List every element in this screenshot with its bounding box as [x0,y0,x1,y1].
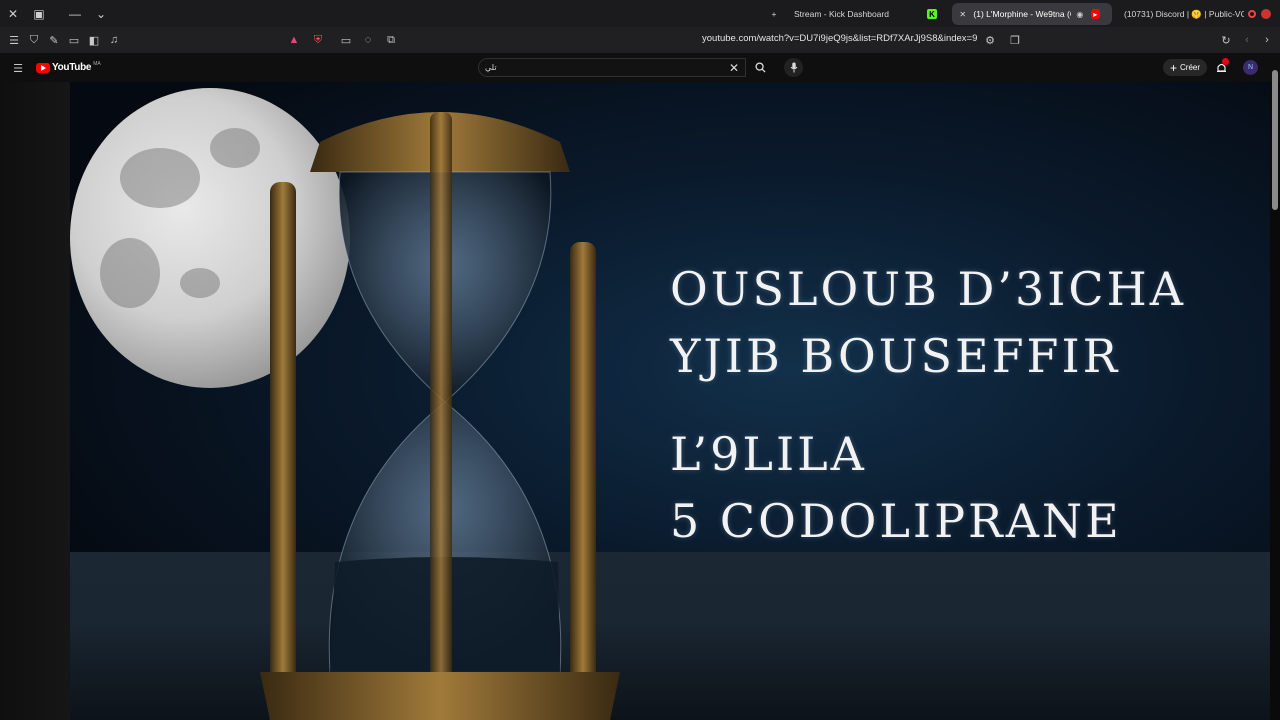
address-bar[interactable]: youtube.com/watch?v=DU7i9jeQ9js&list=RDf… [702,33,977,44]
screenshot-icon[interactable]: ⧉ [381,30,401,50]
youtube-logo[interactable]: YouTube MA [36,61,101,73]
search-button[interactable] [748,58,772,77]
lyric-line-4: 5 CODOLIPRANE [670,494,1122,548]
audio-icon[interactable]: ◉ [1075,9,1084,19]
browser-toolbar: ☰ ⛉ ✎ ▭ ◧ ♫ ▲ ⛨ ▭ ◌ ⧉ ⚙ ❐ ↻ ‹ › [0,27,1280,53]
music-icon[interactable]: ♫ [104,30,124,50]
hamburger-menu-icon[interactable]: ☰ [8,58,28,78]
youtube-favicon-icon: ▸ [1090,9,1101,19]
video-player[interactable]: OUSLOUB D’3ICHA YJIB BOUSEFFIR L’9LILA 5… [0,82,1280,720]
tab-youtube-active[interactable]: ✕ (1) L'Morphine - We9tna (Offi ◉ ▸ [952,3,1112,25]
search-icon [754,62,766,73]
lyric-line-3: L’9LILA [670,427,867,481]
kick-pinned-tab[interactable]: K [926,3,944,25]
minimize-icon[interactable]: — [62,0,88,27]
kick-icon: K [927,9,937,19]
tab-label: (1) L'Morphine - We9tna (Offi [973,9,1071,19]
plus-icon: + [1170,60,1178,75]
new-tab-button[interactable]: + [766,3,782,25]
tab-label: (10731) Discord | 🤫 | Public-VC [1124,8,1244,19]
restore-window-icon[interactable]: ▣ [26,0,52,27]
clear-search-icon[interactable]: ✕ [729,61,739,75]
menu-icon[interactable]: ☰ [4,30,24,50]
lyric-line-2: YJIB BOUSEFFIR [670,329,1121,383]
avatar[interactable]: N [1243,60,1258,75]
video-left-margin [0,82,70,720]
forward-icon[interactable]: › [1257,30,1277,50]
voice-search-button[interactable] [784,58,803,77]
microphone-icon [790,62,797,73]
chat-icon[interactable]: ◌ [358,30,378,50]
chevron-down-icon[interactable]: ⌄ [88,0,114,27]
record-icon[interactable] [1246,3,1258,25]
cast-icon[interactable]: ▭ [336,30,356,50]
tab-kick-dashboard[interactable]: Stream - Kick Dashboard [788,3,923,25]
search-query: تلي [485,63,497,72]
window-icon[interactable]: ▭ [64,30,84,50]
close-tab-icon[interactable]: ✕ [958,9,967,19]
lyric-line-1: OUSLOUB D’3ICHA [670,262,1186,316]
hourglass-image [260,112,620,720]
reload-icon[interactable]: ↻ [1216,30,1236,50]
site-settings-icon[interactable]: ⚙ [980,30,1000,50]
bookmark-icon[interactable]: ❐ [1005,30,1025,50]
youtube-play-icon [36,62,50,73]
sidebar-icon[interactable]: ◧ [84,30,104,50]
video-frame: OUSLOUB D’3ICHA YJIB BOUSEFFIR L’9LILA 5… [70,82,1270,720]
profile-tab-icon[interactable] [1258,3,1274,25]
tab-label: Stream - Kick Dashboard [794,9,889,19]
scrollbar-thumb[interactable] [1272,70,1278,210]
close-window-icon[interactable]: ✕ [0,0,26,27]
notification-badge [1222,58,1229,65]
create-button[interactable]: + Créer [1163,59,1208,76]
extension-shield-icon[interactable]: ⛨ [308,30,328,50]
tab-discord[interactable]: (10731) Discord | 🤫 | Public-VC [1118,3,1244,25]
search-input[interactable]: تلي ✕ [478,58,746,77]
shield-icon[interactable]: ⛉ [24,30,44,50]
pin-icon[interactable]: ✎ [44,30,64,50]
page-scrollbar[interactable] [1270,56,1280,720]
extension-triangle-icon[interactable]: ▲ [284,30,304,50]
plus-icon: + [771,9,777,19]
back-icon[interactable]: ‹ [1237,30,1257,50]
browser-tab-bar: ✕ ▣ — ⌄ + Stream - Kick Dashboard K ✕ (1… [0,0,1280,27]
